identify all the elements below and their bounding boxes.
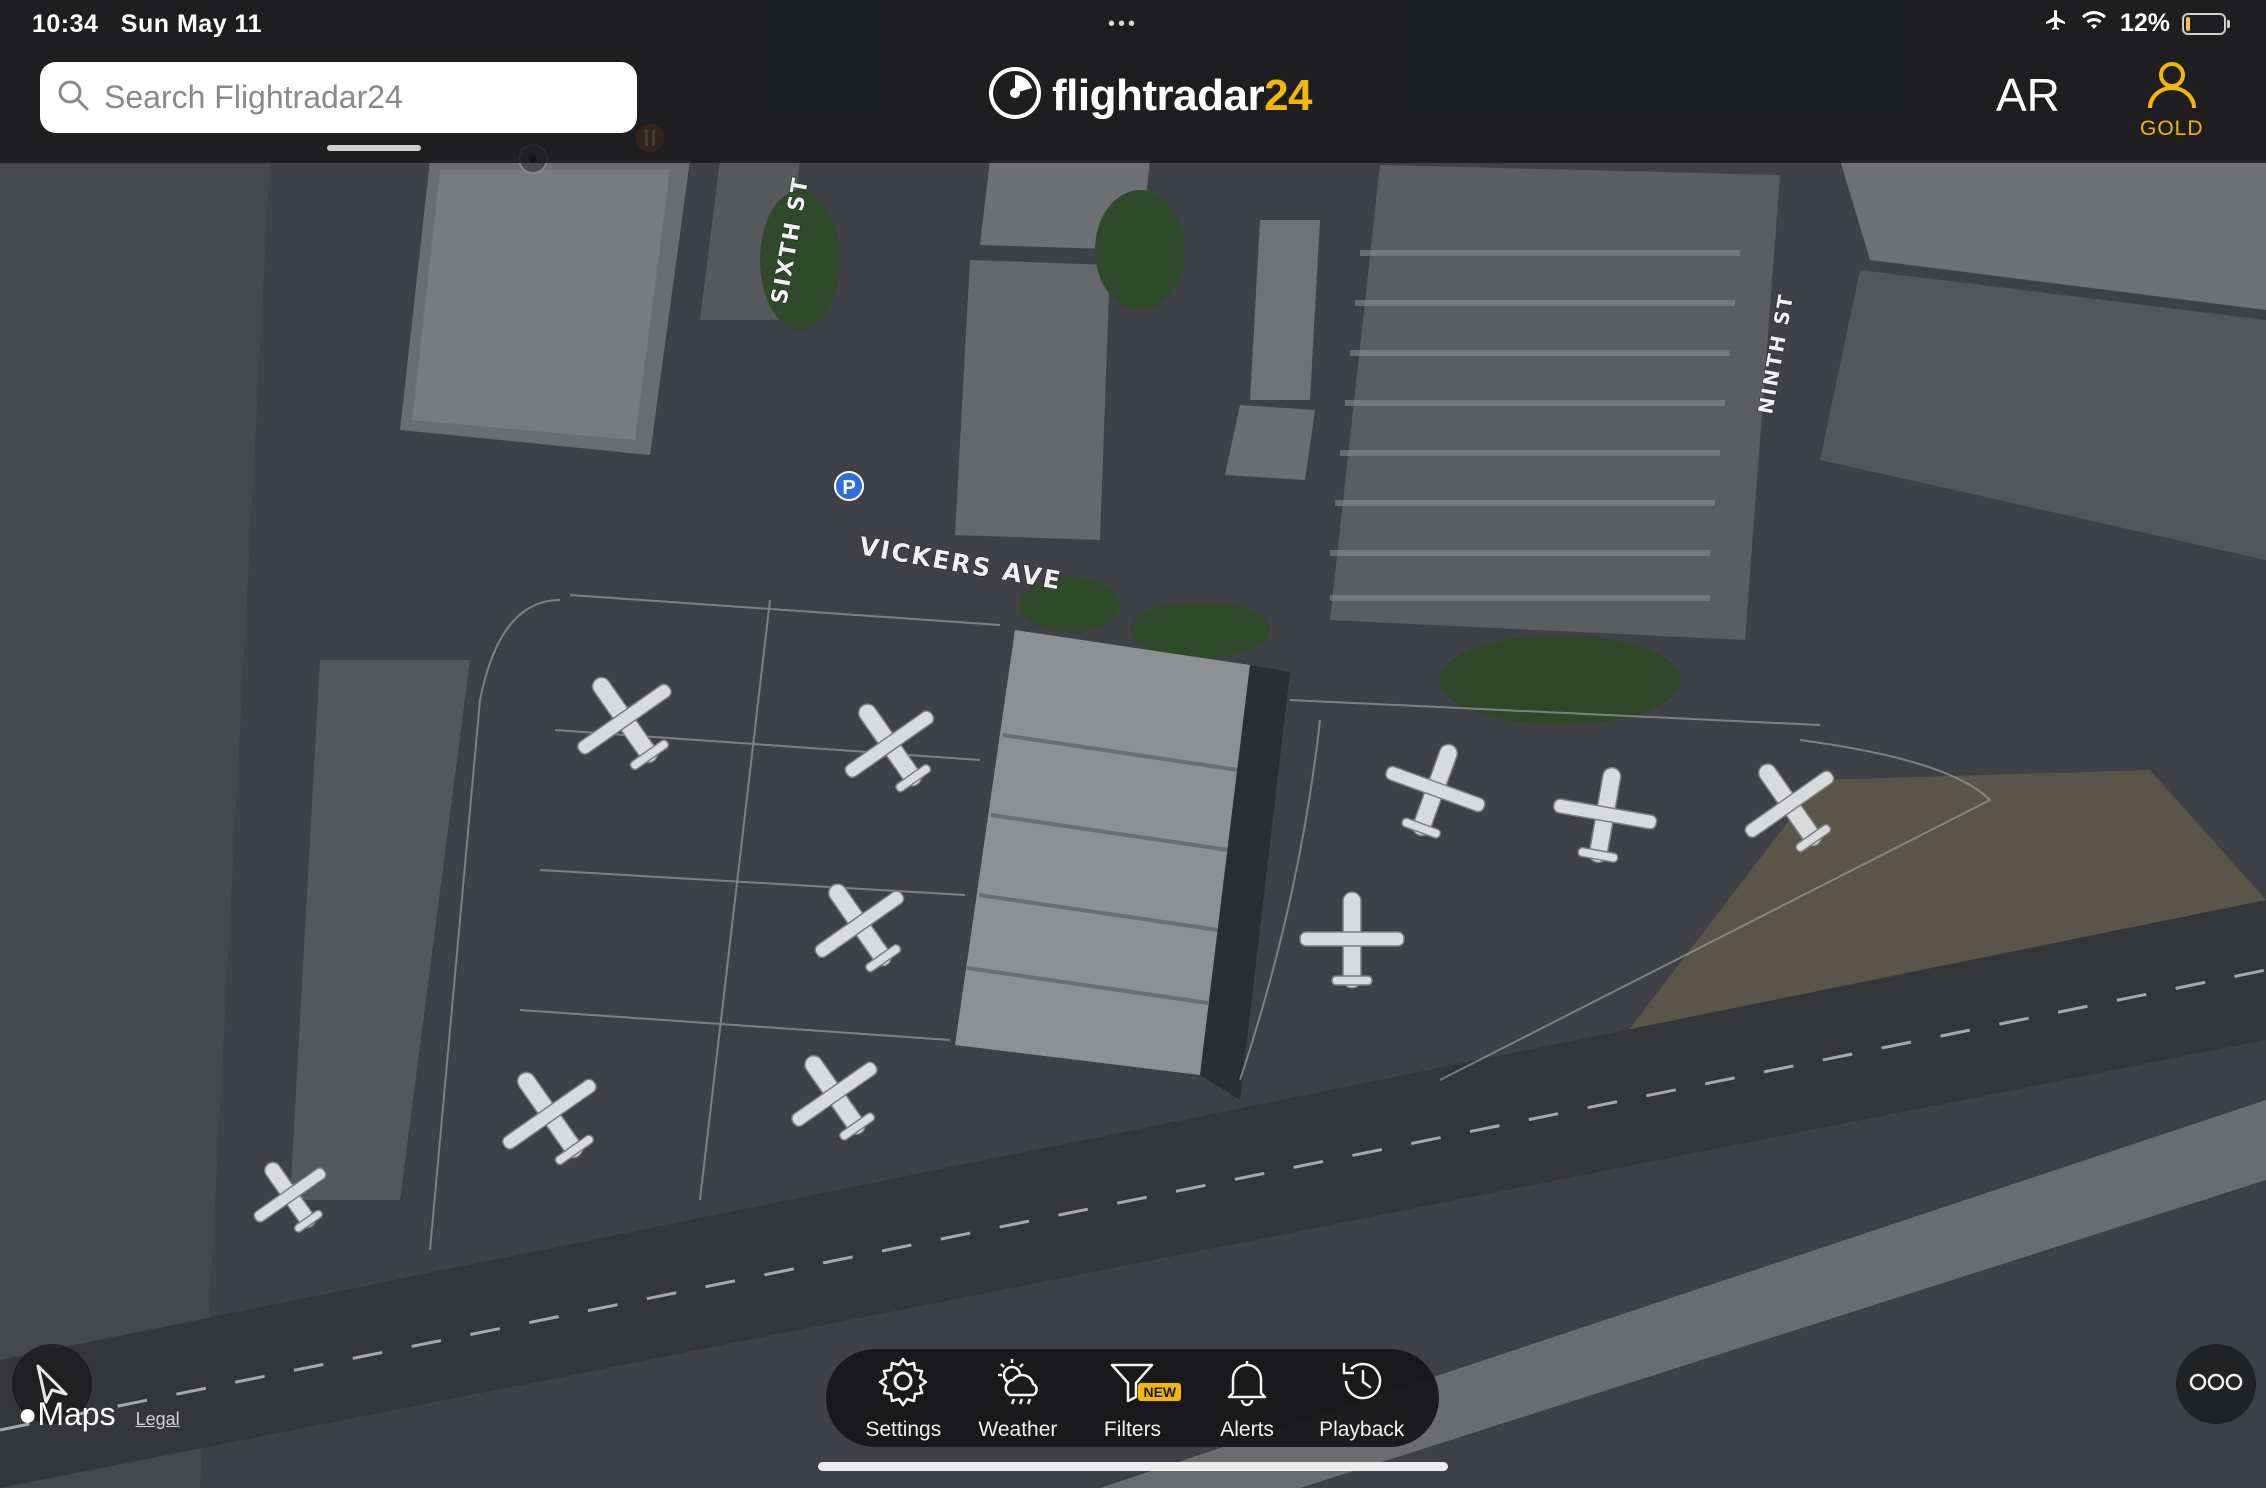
multitasking-dots-icon[interactable]: ••• <box>1108 13 1138 36</box>
apple-maps-label: ●Maps <box>18 1396 116 1433</box>
brand-wordmark: flightradar24 <box>1052 70 1313 121</box>
top-bar: 10:34 Sun May 11 ••• 12% flightradar24 <box>0 0 2266 163</box>
bottom-toolbar: Settings Weather NEW Filters Alerts Play… <box>826 1349 1439 1447</box>
satellite-map[interactable]: SIXTH ST VICKERS AVE NINTH ST P <box>0 0 2266 1488</box>
gold-label: GOLD <box>2140 117 2204 140</box>
alerts-label: Alerts <box>1220 1417 1274 1441</box>
legal-link[interactable]: Legal <box>136 1409 180 1430</box>
battery-level <box>2186 16 2190 31</box>
search-field[interactable] <box>40 62 637 133</box>
search-input[interactable] <box>102 78 626 117</box>
new-badge: NEW <box>1138 1382 1182 1401</box>
playback-label: Playback <box>1319 1417 1405 1441</box>
gold-account-button[interactable]: GOLD <box>2140 60 2204 141</box>
battery-icon <box>2182 12 2230 35</box>
settings-label: Settings <box>865 1417 942 1441</box>
maps-attribution: ●Maps Legal <box>18 1396 180 1433</box>
filters-tab[interactable]: NEW Filters <box>1078 1355 1186 1442</box>
ellipsis-icon <box>2188 1372 2244 1397</box>
status-indicators: 12% <box>2044 8 2230 39</box>
search-icon <box>56 78 90 117</box>
status-date: Sun May 11 <box>120 10 262 38</box>
app-logo: flightradar24 <box>988 66 1313 125</box>
airplane-mode-icon <box>2044 8 2068 39</box>
settings-tab[interactable]: Settings <box>849 1355 957 1442</box>
history-icon <box>1336 1355 1388 1412</box>
gear-icon <box>877 1355 929 1412</box>
battery-percent: 12% <box>2119 9 2170 37</box>
playback-tab[interactable]: Playback <box>1308 1355 1416 1442</box>
weather-tab[interactable]: Weather <box>964 1355 1072 1442</box>
brand-number: 24 <box>1264 70 1313 120</box>
more-options-button[interactable] <box>2176 1344 2256 1424</box>
radar-logo-icon <box>988 66 1042 125</box>
apple-logo-icon: ● <box>18 1396 38 1432</box>
parking-icon[interactable]: P <box>834 471 864 501</box>
home-indicator[interactable] <box>818 1462 1448 1471</box>
search-drawer-handle[interactable] <box>327 145 421 151</box>
weather-icon <box>992 1355 1044 1412</box>
ar-button[interactable]: AR <box>1996 68 2060 122</box>
status-clock: 10:34 <box>32 10 99 38</box>
bell-icon <box>1221 1355 1273 1412</box>
filters-label: Filters <box>1103 1417 1162 1441</box>
maps-text: Maps <box>37 1396 116 1432</box>
wifi-icon <box>2080 9 2108 38</box>
weather-label: Weather <box>978 1417 1058 1441</box>
brand-name: flightradar <box>1052 70 1265 120</box>
status-time: 10:34 Sun May 11 <box>32 10 262 39</box>
svg-text:P: P <box>842 477 855 499</box>
alerts-tab[interactable]: Alerts <box>1193 1355 1301 1442</box>
user-icon <box>2144 60 2200 115</box>
